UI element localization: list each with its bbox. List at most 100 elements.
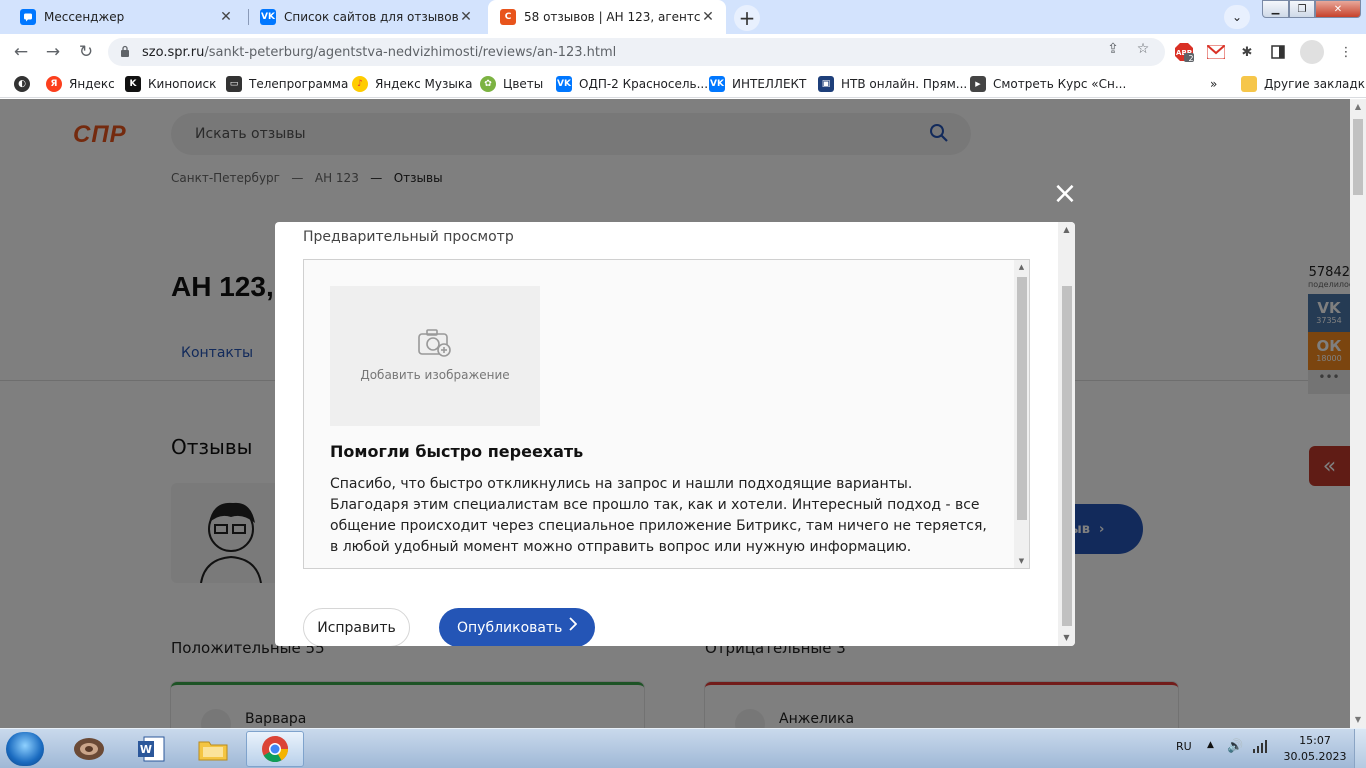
page-scrollbar[interactable]: ▲ ▼ <box>1350 99 1366 728</box>
scrollbar-thumb[interactable] <box>1062 286 1072 626</box>
share-icon[interactable]: ⇪ <box>1104 40 1122 58</box>
show-desktop-button[interactable] <box>1354 729 1366 768</box>
publish-label: Опубликовать <box>457 619 563 636</box>
bookmark-intellekt[interactable]: VK ИНТЕЛЛЕКТ <box>709 75 806 93</box>
close-icon[interactable]: ✕ <box>700 9 716 25</box>
video-icon: ▶ <box>970 76 986 92</box>
tab-title: 58 отзывов | АН 123, агентство н <box>524 10 700 24</box>
music-icon: ♪ <box>352 76 368 92</box>
bookmark-label: Яндекс <box>69 77 115 91</box>
scrollbar-thumb[interactable] <box>1353 119 1363 195</box>
bookmark-kinopoisk[interactable]: K Кинопоиск <box>125 75 216 93</box>
svg-text:W: W <box>140 743 152 756</box>
system-clock[interactable]: 15:07 30.05.2023 <box>1282 733 1348 765</box>
close-icon[interactable]: ✕ <box>218 9 234 25</box>
spr-icon: C <box>500 9 516 25</box>
gmail-icon[interactable] <box>1206 42 1226 62</box>
bookmark-label: Яндекс Музыка <box>375 77 473 91</box>
preview-scrollbar[interactable]: ▲ ▼ <box>1014 260 1029 568</box>
extensions-puzzle-icon[interactable]: ✱ <box>1237 42 1257 62</box>
close-icon[interactable]: ✕ <box>458 9 474 25</box>
bookmark-kurs[interactable]: ▶ Смотреть Курс «Сн... <box>970 75 1126 93</box>
windows-start-button[interactable] <box>6 732 44 766</box>
language-indicator[interactable]: RU <box>1176 740 1192 753</box>
chrome-icon[interactable] <box>246 731 304 767</box>
tab-messenger[interactable]: Мессенджер ✕ <box>8 0 244 34</box>
scroll-down-arrow-icon[interactable]: ▼ <box>1350 712 1366 728</box>
review-preview-pane: Добавить изображение Помогли быстро пере… <box>303 259 1030 569</box>
add-image-label: Добавить изображение <box>360 368 510 382</box>
bookmarks-overflow-button[interactable]: » <box>1210 75 1217 93</box>
extension-badge: 2 <box>1188 53 1194 63</box>
vk-icon: VK <box>556 76 572 92</box>
yandex-icon: Я <box>46 76 62 92</box>
maximize-button[interactable]: ❐ <box>1289 0 1315 18</box>
scroll-up-arrow-icon[interactable]: ▲ <box>1014 260 1029 274</box>
bookmarks-bar: ◐ Я Яндекс K Кинопоиск ▭ Телепрограмма ♪ Янд… <box>0 70 1366 98</box>
flower-icon: ✿ <box>480 76 496 92</box>
bookmark-flowers[interactable]: ✿ Цветы <box>480 75 543 93</box>
tab-spr-reviews[interactable]: C 58 отзывов | АН 123, агентство н ✕ <box>488 0 726 34</box>
publish-button[interactable]: Опубликовать <box>439 608 595 646</box>
add-image-button[interactable]: Добавить изображение <box>330 286 540 426</box>
edit-button[interactable]: Исправить <box>303 608 410 646</box>
word-icon[interactable]: W <box>122 731 180 767</box>
url-text: szo.spr.ru/sankt-peterburg/agentstva-ned… <box>142 45 616 60</box>
window-close-button[interactable]: ✕ <box>1315 0 1361 18</box>
bookmark-odp2[interactable]: VK ОДП-2 Красносель... <box>556 75 708 93</box>
scroll-up-arrow-icon[interactable]: ▲ <box>1350 99 1366 115</box>
tab-search-chevron-icon[interactable]: ⌄ <box>1224 5 1250 29</box>
scroll-up-arrow-icon[interactable]: ▲ <box>1058 222 1075 238</box>
kinopoisk-icon: K <box>125 76 141 92</box>
modal-close-button[interactable]: × <box>1051 179 1079 209</box>
new-tab-button[interactable]: + <box>734 5 760 31</box>
back-arrow-icon[interactable]: ← <box>9 40 33 64</box>
clock-date: 30.05.2023 <box>1283 750 1347 763</box>
chevron-right-icon <box>569 617 578 635</box>
browser-tab-strip: Мессенджер ✕ VK Список сайтов для отзыво… <box>0 0 1366 34</box>
url-path: /sankt-peterburg/agentstva-nedvizhimosti… <box>204 44 617 60</box>
other-bookmarks[interactable]: Другие закладки <box>1241 75 1366 93</box>
tv-icon: ▭ <box>226 76 242 92</box>
messenger-icon <box>20 9 36 25</box>
address-bar[interactable]: szo.spr.ru/sankt-peterburg/agentstva-ned… <box>108 38 1165 66</box>
forward-arrow-icon[interactable]: → <box>41 40 65 64</box>
vk-icon: VK <box>260 9 276 25</box>
clock-time: 15:07 <box>1299 734 1331 747</box>
bookmark-label: Цветы <box>503 77 544 91</box>
minimize-button[interactable]: ▁ <box>1262 0 1289 18</box>
bookmark-star-icon[interactable]: ☆ <box>1134 40 1152 58</box>
bookmark-label: НТВ онлайн. Прям... <box>841 77 968 91</box>
tray-expand-icon[interactable]: ▲ <box>1207 740 1214 750</box>
profile-avatar[interactable] <box>1300 40 1324 64</box>
modal-scrollbar[interactable]: ▲ ▼ <box>1058 222 1075 646</box>
tab-docx[interactable]: VK Список сайтов для отзывов.docx ✕ <box>248 0 484 34</box>
file-explorer-icon[interactable] <box>184 731 242 767</box>
bookmark-label: Телепрограмма <box>249 77 349 91</box>
browser-toolbar: ← → ↻ szo.spr.ru/sankt-peterburg/agentst… <box>0 34 1366 70</box>
scroll-down-arrow-icon[interactable]: ▼ <box>1058 630 1075 646</box>
network-signal-icon[interactable] <box>1252 739 1268 756</box>
monitor-icon: ▣ <box>818 76 834 92</box>
bookmark-label: Кинопоиск <box>148 77 217 91</box>
bookmark-yandex-music[interactable]: ♪ Яндекс Музыка <box>352 75 472 93</box>
windows-taskbar: W RU ▲ 🔊 15:07 30.05.2023 <box>0 728 1366 768</box>
scrollbar-thumb[interactable] <box>1017 277 1027 520</box>
tab-title: Список сайтов для отзывов.docx <box>284 10 458 24</box>
taskbar-app-icon[interactable] <box>60 731 118 767</box>
reload-icon[interactable]: ↻ <box>74 40 98 64</box>
bookmarks-apps-icon[interactable]: ◐ <box>14 75 37 93</box>
menu-kebab-icon[interactable]: ⋮ <box>1336 42 1356 62</box>
bookmark-label: ИНТЕЛЛЕКТ <box>732 77 807 91</box>
tab-title: Мессенджер <box>44 10 125 24</box>
side-panel-icon[interactable] <box>1268 42 1288 62</box>
modal-title: Предварительный просмотр <box>303 229 514 245</box>
scroll-down-arrow-icon[interactable]: ▼ <box>1014 554 1029 568</box>
bookmark-label: Смотреть Курс «Сн... <box>993 77 1127 91</box>
review-text: Спасибо, что быстро откликнулись на запр… <box>330 476 987 555</box>
volume-icon[interactable]: 🔊 <box>1227 739 1243 754</box>
bookmark-teleprogramma[interactable]: ▭ Телепрограмма <box>226 75 348 93</box>
bookmark-ntv[interactable]: ▣ НТВ онлайн. Прям... <box>818 75 967 93</box>
bookmark-label: Другие закладки <box>1264 77 1366 91</box>
bookmark-yandex[interactable]: Я Яндекс <box>46 75 115 93</box>
